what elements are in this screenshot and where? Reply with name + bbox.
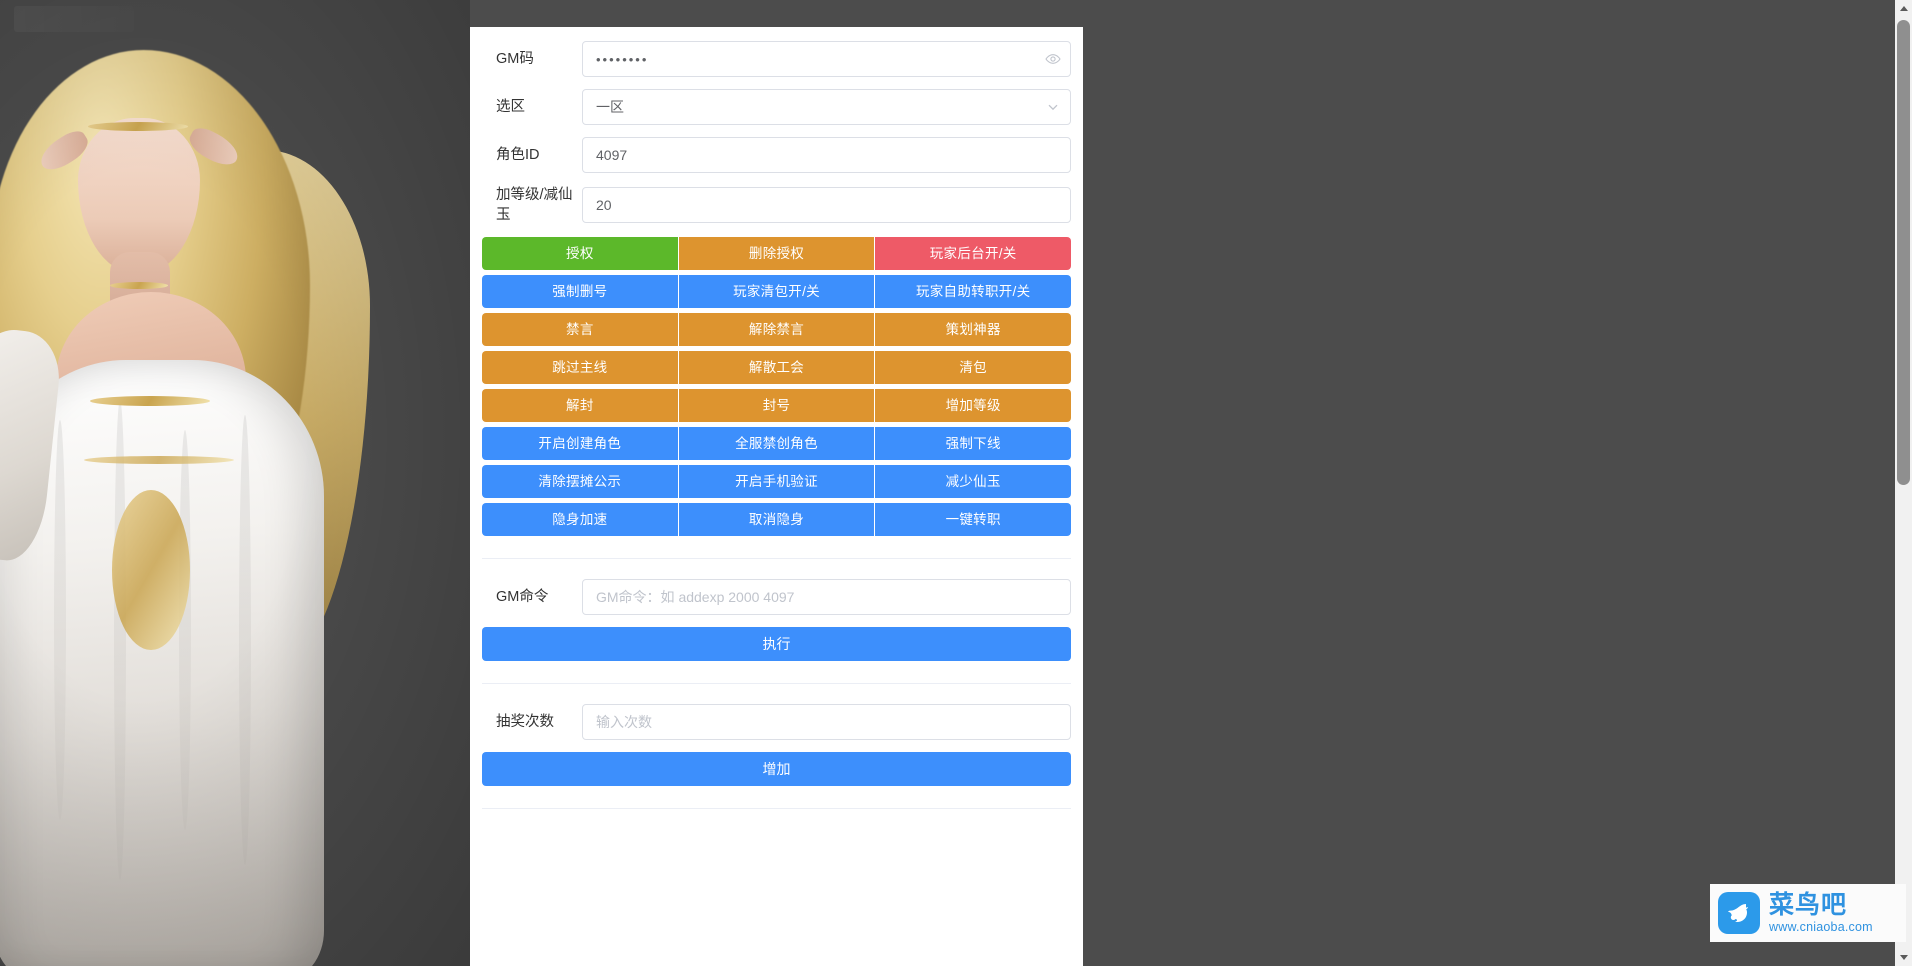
scrollbar-thumb[interactable]	[1897, 20, 1910, 485]
lottery-count-input[interactable]	[582, 704, 1071, 740]
action-button[interactable]: 禁言	[482, 313, 678, 346]
bird-logo-icon	[1718, 892, 1760, 934]
action-button-row: 跳过主线 解散工会 清包	[482, 351, 1072, 384]
arrow-down-icon	[1899, 955, 1908, 960]
label-lottery-count: 抽奖次数	[496, 714, 554, 730]
action-button[interactable]: 全服禁创角色	[678, 427, 875, 460]
role-id-field-wrap	[582, 137, 1071, 173]
action-button[interactable]: 授权	[482, 237, 678, 270]
action-button[interactable]: 封号	[678, 389, 875, 422]
level-amount-field-wrap	[582, 187, 1071, 223]
divider-command	[482, 558, 1071, 559]
action-button-grid: 授权 删除授权 玩家后台开/关 强制删号 玩家清包开/关 玩家自助转职开/关 禁言 解除禁言策…	[482, 237, 1072, 536]
action-button[interactable]: 解除禁言	[678, 313, 875, 346]
divider-lottery	[482, 683, 1071, 684]
action-button-row: 禁言 解除禁言 策划神器	[482, 313, 1072, 346]
action-button-row: 隐身加速 取消隐身 一键转职	[482, 503, 1072, 536]
label-server: 选区	[496, 99, 525, 115]
action-button[interactable]: 玩家后台开/关	[875, 237, 1072, 270]
gm-code-input[interactable]	[582, 41, 1071, 77]
action-button[interactable]: 解封	[482, 389, 678, 422]
form-row-lottery-count: 抽奖次数	[482, 704, 1071, 740]
action-button[interactable]: 增加等级	[875, 389, 1072, 422]
gm-command-input[interactable]	[582, 579, 1071, 615]
execute-command-button[interactable]: 执行	[482, 627, 1071, 661]
form-row-gm-command: GM命令	[482, 579, 1071, 615]
action-button[interactable]: 清除摆摊公示	[482, 465, 678, 498]
label-level-amount: 加等级/减仙玉	[496, 187, 573, 223]
form-row-server: 选区	[482, 89, 1071, 125]
action-button-row: 清除摆摊公示 开启手机验证 减少仙玉	[482, 465, 1072, 498]
action-button[interactable]: 玩家自助转职开/关	[875, 275, 1072, 308]
chevron-down-icon[interactable]	[1045, 99, 1061, 115]
watermark-brand: 菜鸟吧	[1769, 890, 1848, 920]
watermark-text-block: 菜鸟吧 www.cniaoba.com	[1769, 892, 1873, 934]
form-row-role-id: 角色ID	[482, 137, 1071, 173]
label-gm-code: GM码	[496, 51, 534, 67]
action-button[interactable]: 减少仙玉	[875, 465, 1072, 498]
action-button[interactable]: 取消隐身	[678, 503, 875, 536]
divider-bottom	[482, 808, 1071, 809]
server-select[interactable]	[582, 89, 1071, 125]
scroll-down-button[interactable]	[1895, 949, 1912, 966]
arrow-up-icon	[1899, 6, 1908, 11]
action-button-row: 开启创建角色 全服禁创角色 强制下线	[482, 427, 1072, 460]
label-role-id: 角色ID	[496, 147, 540, 163]
eye-icon[interactable]	[1045, 51, 1061, 67]
site-watermark: 菜鸟吧 www.cniaoba.com	[1710, 884, 1906, 942]
server-field-wrap	[582, 89, 1071, 125]
lottery-count-field-wrap	[582, 704, 1071, 740]
form-row-gm-code: GM码	[482, 41, 1071, 77]
action-button[interactable]: 隐身加速	[482, 503, 678, 536]
action-button-row: 解封 封号 增加等级	[482, 389, 1072, 422]
action-button-row: 强制删号 玩家清包开/关 玩家自助转职开/关	[482, 275, 1072, 308]
action-button[interactable]: 清包	[875, 351, 1072, 384]
role-id-input[interactable]	[582, 137, 1071, 173]
action-button[interactable]: 跳过主线	[482, 351, 678, 384]
right-empty-area	[1086, 0, 1912, 966]
label-gm-command: GM命令	[496, 589, 549, 605]
action-button[interactable]: 解散工会	[678, 351, 875, 384]
action-button-row: 授权 删除授权 玩家后台开/关	[482, 237, 1072, 270]
action-button[interactable]: 策划神器	[875, 313, 1072, 346]
scroll-up-button[interactable]	[1895, 0, 1912, 17]
action-button[interactable]: 一键转职	[875, 503, 1072, 536]
action-button[interactable]: 删除授权	[678, 237, 875, 270]
watermark-url: www.cniaoba.com	[1769, 920, 1873, 935]
action-button[interactable]: 开启创建角色	[482, 427, 678, 460]
form-row-level-amount: 加等级/减仙玉	[482, 185, 1071, 225]
gm-command-field-wrap	[582, 579, 1071, 615]
gm-code-field-wrap	[582, 41, 1071, 77]
gm-admin-panel: GM码 选区	[470, 27, 1083, 966]
action-button[interactable]: 强制下线	[875, 427, 1072, 460]
add-lottery-button[interactable]: 增加	[482, 752, 1071, 786]
action-button[interactable]: 开启手机验证	[678, 465, 875, 498]
background-artwork	[0, 0, 470, 966]
level-amount-input[interactable]	[582, 187, 1071, 223]
action-button[interactable]: 玩家清包开/关	[678, 275, 875, 308]
action-button[interactable]: 强制删号	[482, 275, 678, 308]
page-scrollbar[interactable]	[1895, 0, 1912, 966]
